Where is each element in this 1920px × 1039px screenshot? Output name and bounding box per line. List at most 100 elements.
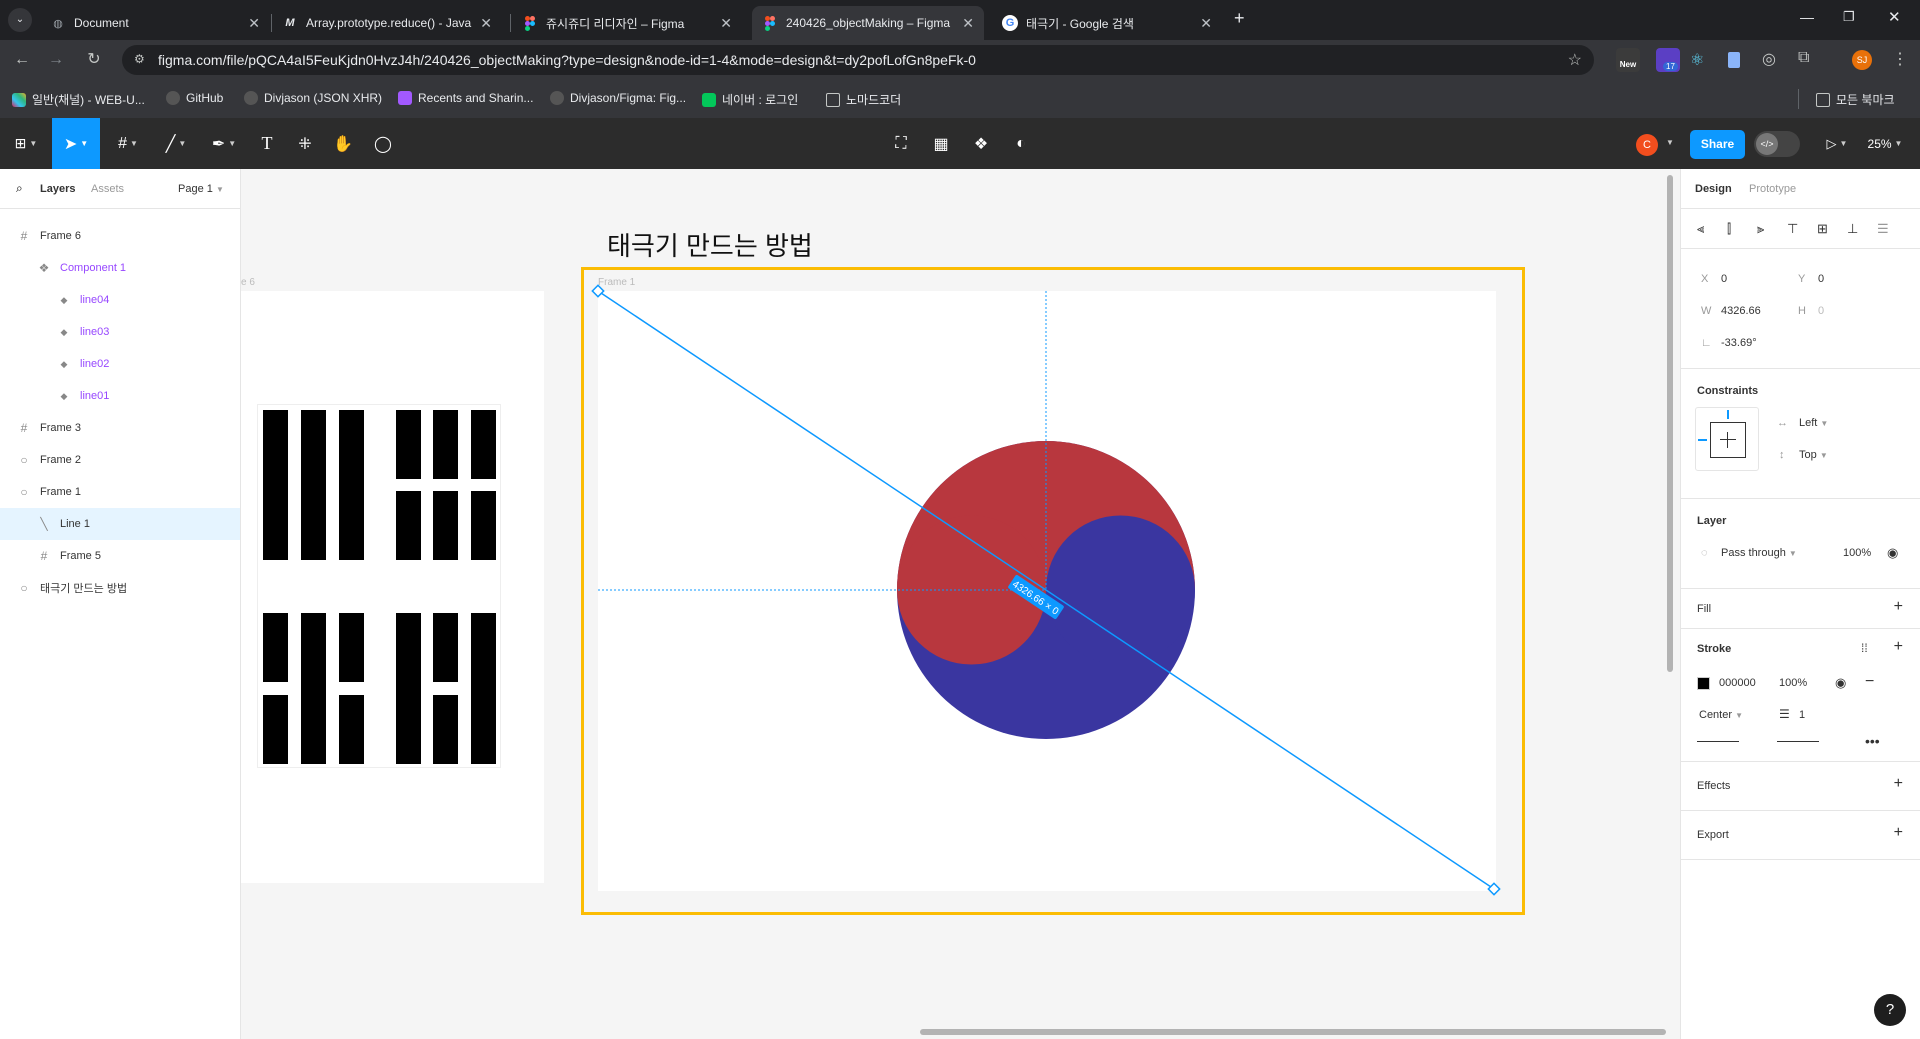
- tab-prototype[interactable]: Prototype: [1749, 183, 1796, 195]
- zoom-dropdown[interactable]: 25% ▼: [1860, 118, 1910, 169]
- help-button[interactable]: ?: [1874, 994, 1906, 1026]
- browser-tab[interactable]: 쥬시쥬디 리디자인 – Figma ✕: [512, 6, 742, 40]
- stroke-end-dropdown[interactable]: [1777, 741, 1819, 742]
- extension-new-icon[interactable]: New: [1616, 48, 1640, 72]
- back-icon[interactable]: ←: [12, 50, 32, 70]
- present-button[interactable]: ▷ ▼: [1822, 118, 1852, 169]
- minimize-icon[interactable]: —: [1800, 9, 1814, 25]
- vertical-scrollbar[interactable]: [1667, 175, 1673, 672]
- layer-row[interactable]: ◆ line01: [0, 380, 240, 412]
- align-center-h-icon[interactable]: ⫿: [1727, 221, 1731, 237]
- tab-search-button[interactable]: ⌄: [8, 8, 32, 32]
- stroke-color-swatch[interactable]: [1697, 677, 1710, 690]
- omnibox[interactable]: ⚙ figma.com/file/pQCA4aI5FeuKjdn0HvzJ4h/…: [122, 45, 1594, 75]
- tab-assets[interactable]: Assets: [91, 183, 124, 195]
- tab-design[interactable]: Design: [1695, 183, 1732, 195]
- layer-row[interactable]: ○ 태극기 만드는 방법: [0, 572, 240, 604]
- layer-row[interactable]: ❖ Component 1: [0, 252, 240, 284]
- align-right-icon[interactable]: ⫸: [1757, 221, 1764, 237]
- extension-target-icon[interactable]: ◎: [1762, 49, 1776, 69]
- distribute-icon[interactable]: ☰: [1877, 221, 1889, 237]
- react-devtools-icon[interactable]: ⚛: [1690, 50, 1704, 70]
- reload-icon[interactable]: ↻: [84, 50, 104, 70]
- forward-icon[interactable]: →: [46, 50, 66, 70]
- align-top-icon[interactable]: ⊤: [1787, 221, 1798, 237]
- layer-row[interactable]: # Frame 5: [0, 540, 240, 572]
- bookmark-star-icon[interactable]: ☆: [1568, 50, 1582, 70]
- align-bottom-icon[interactable]: ⊥: [1847, 221, 1858, 237]
- taegeuk-symbol[interactable]: [839, 383, 1195, 739]
- window-close-icon[interactable]: ✕: [1888, 8, 1901, 26]
- stroke-align-dropdown[interactable]: Center ▼: [1699, 709, 1743, 721]
- add-export-icon[interactable]: +: [1894, 824, 1903, 842]
- x-input[interactable]: 0: [1721, 273, 1727, 285]
- blend-mode-dropdown[interactable]: Pass through ▼: [1721, 547, 1797, 559]
- crop-button[interactable]: ⛶: [886, 118, 916, 169]
- add-stroke-icon[interactable]: +: [1894, 638, 1903, 656]
- layer-row[interactable]: # Frame 6: [0, 220, 240, 252]
- eye-icon[interactable]: ◉: [1887, 545, 1898, 561]
- horizontal-scrollbar[interactable]: [920, 1029, 1666, 1035]
- new-tab-button[interactable]: +: [1234, 8, 1245, 29]
- browser-tab[interactable]: M Array.prototype.reduce() - Java ✕: [272, 6, 502, 40]
- close-icon[interactable]: ✕: [720, 15, 732, 32]
- hand-tool-button[interactable]: ✋: [328, 118, 358, 169]
- move-tool-button[interactable]: ➤ ▼: [52, 118, 100, 169]
- height-input[interactable]: 0: [1818, 305, 1824, 317]
- stroke-weight-input[interactable]: 1: [1799, 709, 1805, 721]
- close-icon[interactable]: ✕: [248, 15, 260, 32]
- grid-button[interactable]: ▦: [926, 118, 956, 169]
- restore-icon[interactable]: ❐: [1843, 9, 1855, 25]
- width-input[interactable]: 4326.66: [1721, 305, 1761, 317]
- comment-tool-button[interactable]: ◯: [368, 118, 398, 169]
- mask-button[interactable]: ◐: [1006, 118, 1036, 169]
- main-menu-button[interactable]: ⊞ ▼: [8, 118, 44, 169]
- bookmark-item[interactable]: 네이버 : 로그인: [702, 91, 798, 108]
- bookmark-folder[interactable]: 노마드코더: [826, 91, 901, 108]
- y-input[interactable]: 0: [1818, 273, 1824, 285]
- bookmark-item[interactable]: Divjason (JSON XHR): [244, 91, 382, 105]
- align-middle-icon[interactable]: ⊞: [1817, 221, 1828, 237]
- browser-menu-icon[interactable]: ⋮: [1892, 49, 1908, 69]
- layer-row[interactable]: ◆ line02: [0, 348, 240, 380]
- profile-avatar[interactable]: SJ: [1852, 50, 1872, 70]
- browser-tab[interactable]: ◍ Document ✕: [40, 6, 270, 40]
- layer-row[interactable]: ○ Frame 1: [0, 476, 240, 508]
- remove-stroke-icon[interactable]: −: [1865, 673, 1874, 691]
- collaborator-avatar[interactable]: C: [1636, 134, 1658, 156]
- layer-row[interactable]: # Frame 3: [0, 412, 240, 444]
- opacity-input[interactable]: 100%: [1843, 547, 1871, 559]
- add-effect-icon[interactable]: +: [1894, 775, 1903, 793]
- eye-icon[interactable]: ◉: [1835, 675, 1846, 691]
- align-left-icon[interactable]: ⫷: [1697, 221, 1704, 237]
- pen-tool-button[interactable]: ✒ ▼: [204, 118, 244, 169]
- more-options-icon[interactable]: •••: [1865, 733, 1880, 749]
- dev-mode-toggle[interactable]: </>: [1754, 131, 1800, 157]
- share-button[interactable]: Share: [1690, 130, 1745, 159]
- text-tool-button[interactable]: T: [252, 118, 282, 169]
- stroke-opacity-input[interactable]: 100%: [1779, 677, 1807, 689]
- design-canvas[interactable]: e 6 태극기 만드는 방법 Frame 1 4326.66 × 0: [241, 169, 1680, 1039]
- close-icon[interactable]: ✕: [962, 15, 974, 32]
- layer-row[interactable]: ○ Frame 2: [0, 444, 240, 476]
- rotation-input[interactable]: -33.69°: [1721, 337, 1757, 349]
- chevron-down-icon[interactable]: ▼: [1666, 138, 1674, 147]
- component-button[interactable]: ❖: [966, 118, 996, 169]
- constraint-horizontal-dropdown[interactable]: Left ▼: [1799, 417, 1828, 429]
- frame-tool-button[interactable]: # ▼: [108, 118, 148, 169]
- constraint-widget[interactable]: [1695, 407, 1759, 471]
- bookmark-item[interactable]: GitHub: [166, 91, 223, 105]
- layer-row[interactable]: ╲ Line 1: [0, 508, 240, 540]
- close-icon[interactable]: ✕: [480, 15, 492, 32]
- search-icon[interactable]: ⌕: [16, 181, 23, 196]
- browser-tab[interactable]: G 태극기 - Google 검색 ✕: [992, 6, 1222, 40]
- add-fill-icon[interactable]: +: [1894, 598, 1903, 616]
- bookmark-item[interactable]: 일반(채널) - WEB-U...: [12, 91, 145, 108]
- all-bookmarks-folder[interactable]: 모든 북마크: [1816, 91, 1895, 108]
- bookmark-item[interactable]: Divjason/Figma: Fig...: [550, 91, 686, 105]
- bookmark-item[interactable]: Recents and Sharin...: [398, 91, 533, 105]
- stroke-start-dropdown[interactable]: [1697, 741, 1739, 742]
- stroke-color-input[interactable]: 000000: [1719, 677, 1756, 689]
- stroke-styles-icon[interactable]: ⁞⁞: [1861, 641, 1868, 655]
- layer-row[interactable]: ◆ line04: [0, 284, 240, 316]
